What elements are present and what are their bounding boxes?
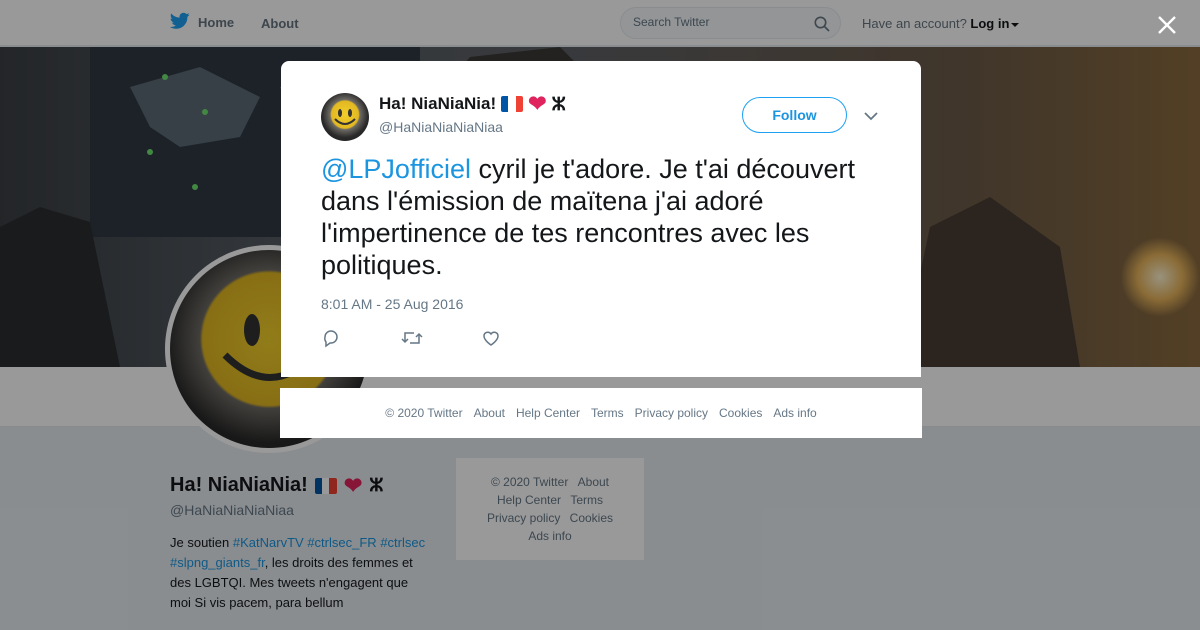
close-icon[interactable] (1154, 12, 1180, 38)
tweet-author-name[interactable]: Ha! NiaNiaNia! ❤ ⵣ (379, 93, 566, 115)
chevron-down-icon[interactable] (864, 108, 878, 126)
footer-cookies-link[interactable]: Cookies (719, 406, 762, 420)
tweet-actions (321, 328, 561, 353)
tweet-mention-link[interactable]: @LPJofficiel (321, 154, 471, 184)
footer-ads-link[interactable]: Ads info (773, 406, 816, 420)
retweet-icon[interactable] (401, 328, 481, 353)
french-flag-icon (501, 96, 524, 112)
follow-button[interactable]: Follow (742, 97, 847, 133)
tweet-timestamp[interactable]: 8:01 AM - 25 Aug 2016 (321, 296, 463, 312)
tweet-text: @LPJofficiel cyril je t'adore. Je t'ai d… (321, 153, 891, 281)
footer-help-link[interactable]: Help Center (516, 406, 580, 420)
reply-icon[interactable] (321, 328, 401, 353)
footer-copyright: © 2020 Twitter (385, 406, 463, 420)
modal-footer: © 2020 Twitter About Help Center Terms P… (280, 388, 922, 438)
tweet-author-name-text: Ha! NiaNiaNia! (379, 94, 497, 113)
like-heart-icon[interactable] (481, 328, 561, 353)
amazigh-symbol: ⵣ (551, 93, 566, 114)
heart-emoji: ❤ (528, 91, 547, 116)
tweet-author-avatar[interactable] (321, 93, 369, 141)
footer-about-link[interactable]: About (474, 406, 505, 420)
tweet-author-handle[interactable]: @HaNiaNiaNiaNiaa (379, 119, 503, 135)
footer-privacy-link[interactable]: Privacy policy (635, 406, 708, 420)
footer-terms-link[interactable]: Terms (591, 406, 624, 420)
tweet-modal: Ha! NiaNiaNia! ❤ ⵣ @HaNiaNiaNiaNiaa Foll… (281, 61, 921, 377)
